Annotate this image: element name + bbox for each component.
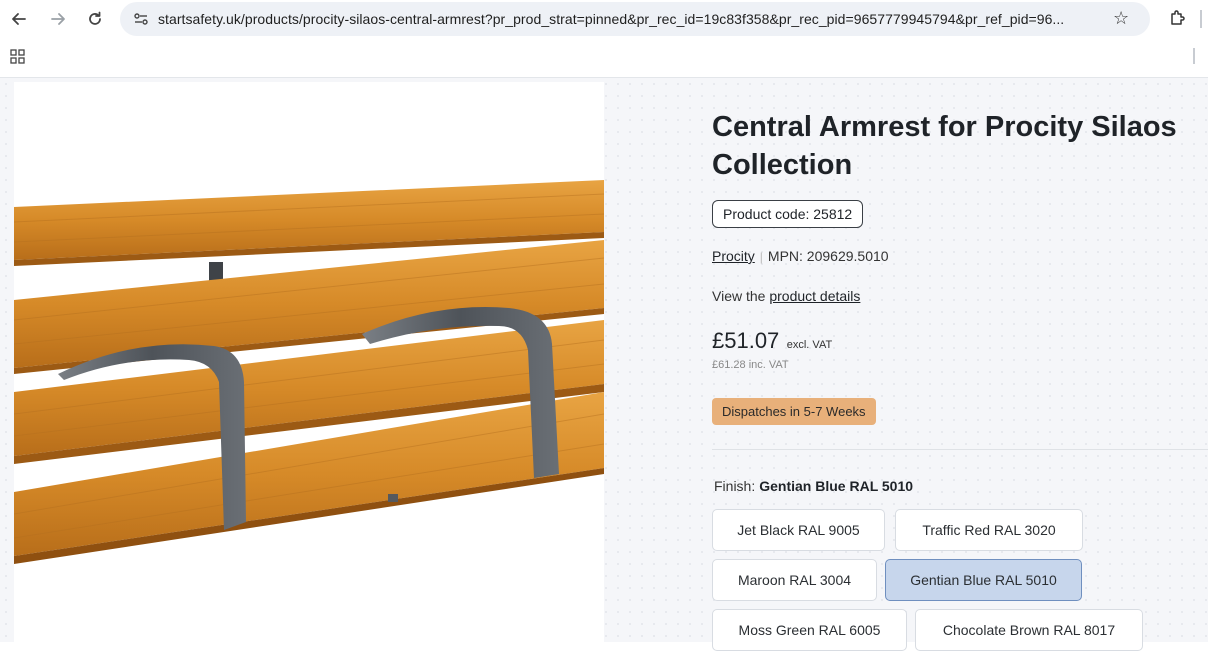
price-excl-vat: £51.07 excl. VAT bbox=[712, 328, 832, 354]
product-code-badge: Product code: 25812 bbox=[712, 200, 864, 228]
price-value: £51.07 bbox=[712, 328, 780, 353]
bookmarks-separator bbox=[1193, 48, 1195, 64]
url-text[interactable]: startsafety.uk/products/procity-silaos-c… bbox=[158, 11, 1064, 27]
finish-option-jet-black[interactable]: Jet Black RAL 9005 bbox=[712, 509, 885, 551]
reload-icon[interactable] bbox=[84, 8, 106, 30]
extensions-icon[interactable] bbox=[1167, 8, 1187, 28]
bookmark-star-icon[interactable]: ☆ bbox=[1113, 8, 1129, 29]
address-bar[interactable]: startsafety.uk/products/procity-silaos-c… bbox=[120, 2, 1150, 36]
price-inc-vat: £61.28 inc. VAT bbox=[712, 359, 789, 371]
back-arrow-icon[interactable] bbox=[8, 8, 30, 30]
product-details-link[interactable]: product details bbox=[769, 288, 860, 304]
mpn-text: MPN: 209629.5010 bbox=[767, 248, 889, 264]
view-details-row: View the product details bbox=[712, 288, 860, 304]
finish-option-moss-green[interactable]: Moss Green RAL 6005 bbox=[712, 609, 907, 651]
price-inc-suffix: inc. VAT bbox=[748, 359, 789, 371]
finish-option-traffic-red[interactable]: Traffic Red RAL 3020 bbox=[895, 509, 1083, 551]
product-page: Central Armrest for Procity Silaos Colle… bbox=[0, 78, 1208, 651]
apps-grid-icon[interactable] bbox=[10, 49, 26, 65]
price-inc-value: £61.28 bbox=[712, 359, 746, 371]
browser-toolbar: startsafety.uk/products/procity-silaos-c… bbox=[0, 0, 1208, 78]
finish-option-maroon[interactable]: Maroon RAL 3004 bbox=[712, 559, 877, 601]
toolbar-separator bbox=[1200, 10, 1202, 28]
dispatch-badge: Dispatches in 5-7 Weeks bbox=[712, 398, 876, 425]
product-image[interactable] bbox=[13, 82, 605, 642]
finish-option-gentian-blue[interactable]: Gentian Blue RAL 5010 bbox=[885, 559, 1082, 601]
section-divider bbox=[712, 449, 1208, 450]
brand-row: Procity | MPN: 209629.5010 bbox=[712, 248, 889, 264]
finish-label: Finish: Gentian Blue RAL 5010 bbox=[714, 478, 913, 494]
separator: | bbox=[759, 250, 763, 264]
price-suffix: excl. VAT bbox=[786, 339, 833, 351]
view-prefix: View the bbox=[712, 288, 770, 304]
finish-label-text: Finish: bbox=[714, 478, 756, 494]
product-title: Central Armrest for Procity Silaos Colle… bbox=[712, 111, 1177, 181]
finish-option-chocolate-brown[interactable]: Chocolate Brown RAL 8017 bbox=[915, 609, 1143, 651]
brand-link[interactable]: Procity bbox=[712, 248, 755, 264]
site-settings-icon[interactable] bbox=[133, 11, 149, 27]
forward-arrow-icon[interactable] bbox=[47, 8, 69, 30]
finish-selected-value: Gentian Blue RAL 5010 bbox=[759, 478, 914, 494]
